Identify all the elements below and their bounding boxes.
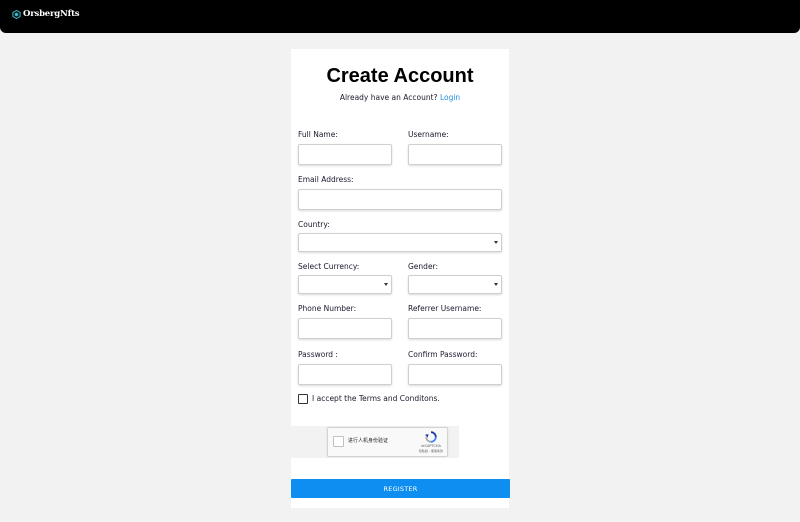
top-navbar: OrsbergNfts: [0, 0, 800, 33]
chevron-down-icon: [494, 241, 498, 244]
username-label: Username:: [408, 130, 449, 139]
full-name-input[interactable]: [298, 144, 392, 165]
password-label: Password :: [298, 350, 338, 359]
email-label: Email Address:: [298, 175, 354, 184]
captcha-brand: reCAPTCHA: [421, 444, 441, 448]
brand-name: OrsbergNfts: [23, 9, 80, 19]
terms-label[interactable]: I accept the Terms and Conditons.: [312, 394, 440, 404]
full-name-label: Full Name:: [298, 130, 338, 139]
captcha-links[interactable]: 隐私权 - 使用条款: [414, 449, 448, 453]
chevron-down-icon: [494, 283, 498, 286]
register-button[interactable]: REGISTER: [291, 479, 510, 498]
currency-label: Select Currency:: [298, 262, 360, 271]
phone-input[interactable]: [298, 318, 392, 339]
login-link[interactable]: Login: [440, 93, 460, 102]
recaptcha-widget: 进行人机身份验证 reCAPTCHA 隐私权 - 使用条款: [327, 427, 448, 457]
referrer-label: Referrer Username:: [408, 304, 482, 313]
login-prompt-text: Already have an Account?: [339, 93, 438, 102]
gender-label: Gender:: [408, 262, 439, 271]
terms-checkbox[interactable]: [298, 394, 308, 404]
confirm-password-label: Confirm Password:: [408, 350, 478, 359]
chevron-down-icon: [384, 283, 388, 286]
country-label: Country:: [298, 220, 330, 229]
login-prompt: Already have an Account? Login: [0, 93, 800, 103]
hexagon-logo-icon: [12, 9, 21, 19]
recaptcha-logo-icon: [425, 431, 437, 443]
username-input[interactable]: [408, 144, 502, 165]
country-select[interactable]: [298, 233, 502, 252]
gender-select[interactable]: [408, 275, 502, 294]
currency-select[interactable]: [298, 275, 392, 294]
confirm-password-input[interactable]: [408, 364, 502, 385]
referrer-input[interactable]: [408, 318, 502, 339]
page-title: Create Account: [326, 65, 474, 87]
captcha-label: 进行人机身份验证: [348, 438, 389, 444]
brand-logo[interactable]: OrsbergNfts: [12, 9, 80, 19]
password-input[interactable]: [298, 364, 392, 385]
phone-label: Phone Number:: [298, 304, 357, 313]
email-input[interactable]: [298, 189, 502, 210]
captcha-checkbox[interactable]: [333, 436, 344, 447]
